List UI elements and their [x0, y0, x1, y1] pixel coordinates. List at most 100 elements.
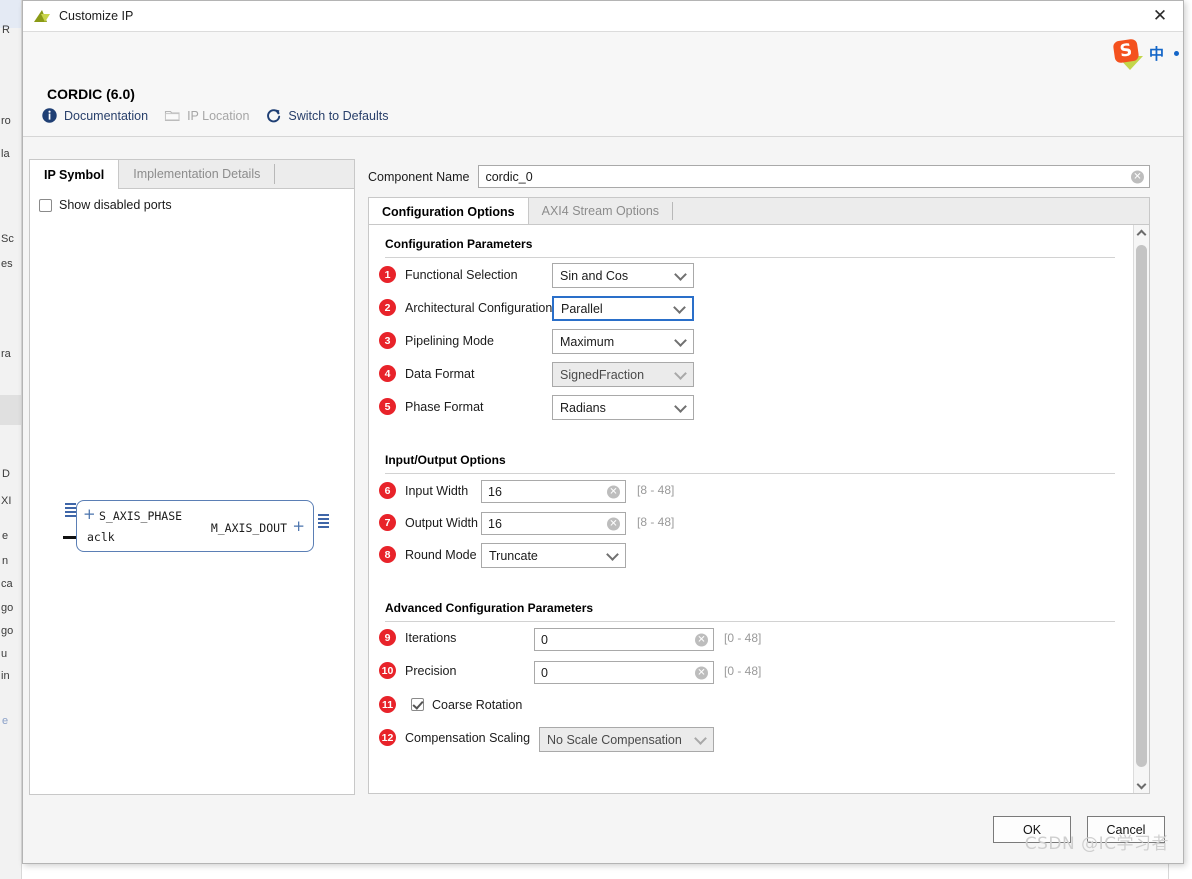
section-divider [385, 621, 1115, 622]
dropdown-data-format[interactable]: SignedFraction [552, 362, 694, 387]
dropdown-phase-format-value: Radians [560, 400, 606, 415]
param-badge-3: 3 [379, 332, 396, 349]
output-width-field[interactable]: 16 ✕ [481, 512, 626, 535]
ime-mode-label[interactable]: 中 [1149, 43, 1164, 64]
bg-fragment: e [2, 715, 9, 727]
input-width-value: 16 [488, 484, 502, 499]
dropdown-compensation-scaling[interactable]: No Scale Compensation [539, 727, 714, 752]
ip-block-symbol: + S_AXIS_PHASE aclk M_AXIS_DOUT + [76, 500, 314, 552]
precision-field[interactable]: 0 ✕ [534, 661, 714, 684]
coarse-rotation-checkbox[interactable] [411, 698, 424, 711]
watermark-text: CSDN @IC学习者 [1024, 834, 1169, 854]
dialog-body: IP Symbol Implementation Details Show di… [23, 137, 1183, 807]
scroll-down-icon[interactable] [1134, 778, 1149, 793]
bg-fragment: go [1, 602, 14, 614]
param-label-output-width: Output Width [405, 515, 478, 530]
dropdown-compensation-scaling-value: No Scale Compensation [547, 732, 682, 747]
sogou-logo-icon[interactable]: S [1112, 38, 1143, 70]
dropdown-architectural-configuration-value: Parallel [561, 301, 603, 316]
tab-axi4-stream-options[interactable]: AXI4 Stream Options [529, 198, 672, 224]
chevron-down-icon [674, 399, 687, 413]
port-label-s-axis-phase: S_AXIS_PHASE [99, 509, 183, 523]
dropdown-pipelining-mode-value: Maximum [560, 334, 615, 349]
close-icon[interactable]: ✕ [1137, 1, 1183, 31]
clear-circle-icon[interactable]: ✕ [695, 666, 708, 679]
customize-ip-dialog: Customize IP ✕ CORDIC (6.0) Documentatio… [22, 0, 1184, 864]
bg-fragment: Sc [1, 233, 14, 245]
dropdown-architectural-configuration[interactable]: Parallel [552, 296, 694, 321]
clear-circle-icon[interactable]: ✕ [607, 517, 620, 530]
bg-fragment: e [2, 530, 9, 542]
param-badge-2: 2 [379, 299, 396, 316]
chevron-down-icon [674, 267, 687, 281]
show-disabled-ports-row[interactable]: Show disabled ports [39, 198, 172, 212]
chevron-down-icon [673, 300, 686, 314]
section-title-advanced: Advanced Configuration Parameters [385, 601, 594, 615]
precision-value: 0 [541, 665, 548, 680]
ip-location-link[interactable]: IP Location [164, 107, 249, 124]
output-width-range: [8 - 48] [637, 515, 675, 529]
bg-fragment: go [1, 625, 14, 637]
output-bus-stub-icon [318, 514, 329, 530]
param-label-compensation-scaling: Compensation Scaling [405, 730, 531, 745]
dropdown-pipelining-mode[interactable]: Maximum [552, 329, 694, 354]
output-port-plus-icon[interactable]: + [292, 517, 305, 535]
tab-configuration-options[interactable]: Configuration Options [369, 198, 529, 225]
port-label-m-axis-dout: M_AXIS_DOUT [210, 521, 287, 535]
clear-circle-icon[interactable]: ✕ [695, 633, 708, 646]
param-label-coarse-rotation: Coarse Rotation [432, 697, 523, 712]
input-width-field[interactable]: 16 ✕ [481, 480, 626, 503]
component-name-label: Component Name [368, 169, 470, 184]
dropdown-round-mode[interactable]: Truncate [481, 543, 626, 568]
bg-fragment: XI [1, 495, 12, 507]
scrollbar-thumb[interactable] [1136, 245, 1147, 767]
port-label-aclk: aclk [87, 530, 115, 544]
dropdown-functional-selection[interactable]: Sin and Cos [552, 263, 694, 288]
tab-ip-symbol[interactable]: IP Symbol [30, 160, 120, 189]
component-name-input[interactable]: cordic_0 ✕ [478, 165, 1150, 188]
dropdown-phase-format[interactable]: Radians [552, 395, 694, 420]
switch-to-defaults-label: Switch to Defaults [288, 108, 389, 123]
show-disabled-ports-checkbox[interactable] [39, 198, 52, 212]
section-title-configuration: Configuration Parameters [385, 237, 533, 251]
bg-fragment: la [1, 148, 10, 160]
input-port-plus-icon[interactable]: + [83, 505, 96, 523]
param-functional-selection: 1 Functional Selection [379, 266, 518, 283]
section-divider [385, 257, 1115, 258]
configuration-panel: Component Name cordic_0 ✕ Configuration … [368, 137, 1178, 797]
bg-fragment: D [2, 468, 10, 480]
param-label-pipelining-mode: Pipelining Mode [405, 333, 494, 348]
bg-fragment: ro [1, 115, 11, 127]
iterations-range: [0 - 48] [724, 631, 762, 645]
param-round-mode: 8 Round Mode [379, 546, 477, 563]
param-label-phase-format: Phase Format [405, 399, 484, 414]
dropdown-data-format-value: SignedFraction [560, 367, 645, 382]
param-coarse-rotation[interactable]: 11 Coarse Rotation [379, 696, 522, 713]
param-badge-10: 10 [379, 662, 396, 679]
tab-implementation-details[interactable]: Implementation Details [119, 160, 274, 188]
documentation-link[interactable]: Documentation [41, 107, 148, 124]
bg-fragment: ra [1, 348, 11, 360]
show-disabled-ports-label: Show disabled ports [59, 198, 172, 212]
ip-location-label: IP Location [187, 108, 250, 123]
configuration-scrollbar[interactable] [1133, 225, 1149, 793]
iterations-field[interactable]: 0 ✕ [534, 628, 714, 651]
param-badge-5: 5 [379, 398, 396, 415]
clear-circle-icon[interactable]: ✕ [607, 485, 620, 498]
page-title: CORDIC (6.0) [47, 86, 135, 102]
switch-to-defaults-link[interactable]: Switch to Defaults [265, 107, 388, 124]
ime-status-dot-icon[interactable] [1174, 50, 1180, 56]
param-label-precision: Precision [405, 663, 457, 678]
dialog-title: Customize IP [59, 9, 134, 23]
input-width-range: [8 - 48] [637, 483, 675, 497]
ip-symbol-canvas: Show disabled ports + S_AXIS_PHASE aclk … [30, 189, 354, 794]
vivado-logo-icon [33, 8, 51, 24]
chevron-down-icon [674, 366, 687, 380]
clear-circle-icon[interactable]: ✕ [1131, 170, 1144, 183]
ime-toolbar[interactable]: S 中 [1112, 38, 1188, 70]
param-phase-format: 5 Phase Format [379, 398, 484, 415]
chevron-down-icon [694, 731, 707, 745]
component-name-value: cordic_0 [485, 169, 533, 184]
tab-implementation-details-label: Implementation Details [133, 167, 261, 181]
scroll-up-icon[interactable] [1134, 225, 1149, 240]
